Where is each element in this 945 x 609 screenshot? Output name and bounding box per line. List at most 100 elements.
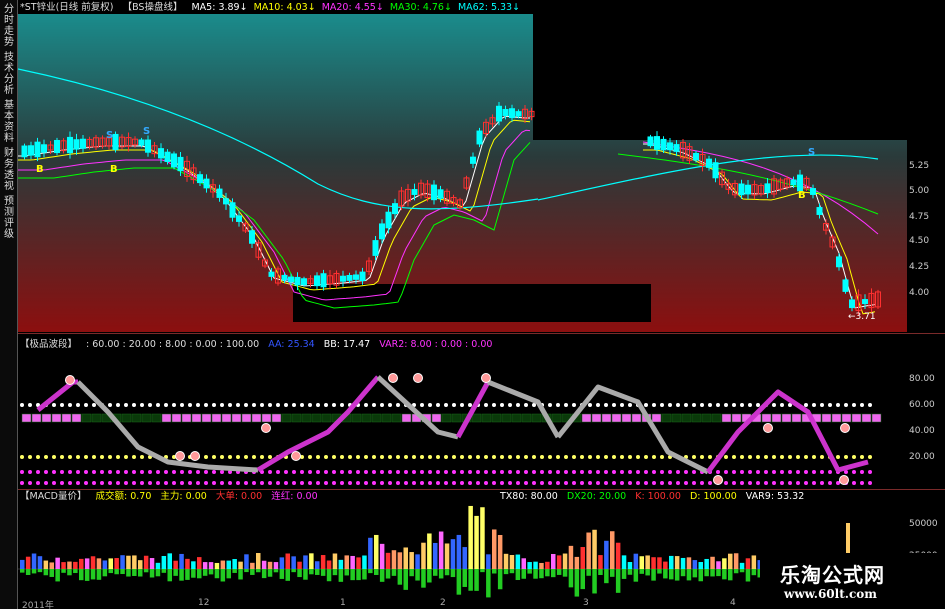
volume-bar [621, 555, 627, 569]
dotted-level [348, 481, 352, 485]
dotted-level [92, 470, 96, 474]
dotted-level [308, 455, 312, 459]
dotted-level [692, 455, 696, 459]
dotted-level [436, 481, 440, 485]
dotted-level [324, 481, 328, 485]
dotted-level [308, 481, 312, 485]
dotted-level [468, 455, 472, 459]
macd-bar [680, 569, 686, 577]
dotted-level [476, 455, 480, 459]
macd-bar [43, 569, 49, 576]
macd-bar [722, 569, 727, 580]
candle-body [138, 139, 145, 146]
dotted-level [132, 481, 136, 485]
volume-bar [539, 562, 544, 569]
volume-bar [438, 531, 444, 569]
dotted-level [708, 455, 712, 459]
dotted-level [588, 470, 592, 474]
tab-technical[interactable]: 技术分析 [2, 52, 16, 96]
date-label: 2011年 [22, 601, 54, 609]
volume-bar [362, 555, 367, 569]
band-cell [401, 413, 412, 423]
volume-bar [692, 560, 698, 569]
candle-body [431, 184, 437, 201]
macd-bar [468, 569, 473, 591]
macd-bar [645, 569, 650, 576]
dotted-level [580, 455, 584, 459]
tab-intraday[interactable]: 分时走势 [2, 4, 16, 48]
volume-bar [556, 555, 562, 569]
band-cell [311, 413, 322, 423]
dotted-level [844, 455, 848, 459]
dotted-level [732, 455, 736, 459]
dotted-level [140, 403, 144, 407]
macd-bar [309, 569, 314, 575]
volume-bar [90, 556, 96, 569]
dotted-level [748, 481, 752, 485]
dotted-level [548, 455, 552, 459]
volume-bar [450, 539, 456, 569]
volume-bar [604, 540, 609, 569]
candle-body [836, 256, 842, 268]
volume-bar [739, 562, 745, 569]
candle-body [667, 142, 673, 151]
volume-bar [379, 543, 385, 569]
candle-body [145, 139, 151, 153]
band-cell [591, 413, 602, 423]
volume-bar [722, 558, 727, 569]
k-value: K: 100.00 [635, 491, 681, 502]
candle-body [842, 279, 849, 292]
wave-indicator-panel[interactable] [18, 352, 907, 488]
volume-bar [669, 555, 674, 569]
volume-bar [710, 556, 715, 569]
dotted-level [716, 403, 720, 407]
tab-fundamentals[interactable]: 基本资料 [2, 100, 16, 144]
tab-financial[interactable]: 财务透视 [2, 148, 16, 192]
dotted-level [460, 481, 464, 485]
dotted-level [28, 481, 32, 485]
date-label: 1 [340, 598, 346, 608]
dotted-level [300, 403, 304, 407]
dotted-level [324, 470, 328, 474]
watermark-url: www.60lt.com [784, 587, 877, 601]
signal-ball [175, 451, 185, 461]
candle-body [353, 274, 359, 280]
tab-forecast[interactable]: 预测评级 [2, 196, 16, 240]
dotted-level [332, 481, 336, 485]
dotted-level [428, 470, 432, 474]
band-cell [481, 413, 492, 423]
dotted-level [492, 403, 496, 407]
volume-bar [515, 554, 521, 569]
dotted-level [44, 481, 48, 485]
dotted-level [804, 455, 808, 459]
dotted-level [268, 470, 272, 474]
volume-bar [421, 542, 426, 569]
volume-bar [332, 553, 338, 569]
dotted-level [772, 403, 776, 407]
dotted-level [804, 481, 808, 485]
dotted-level [524, 403, 528, 407]
dotted-level [756, 470, 760, 474]
dotted-level [820, 455, 824, 459]
volume-bar [527, 562, 532, 569]
volume-bar [574, 556, 580, 569]
band-cell [261, 413, 272, 423]
macd-bar [509, 569, 515, 574]
macd-bar [456, 569, 462, 595]
dotted-level [132, 470, 136, 474]
volume-bar [521, 558, 526, 569]
dotted-level [220, 455, 224, 459]
price-panel[interactable]: B B S S B S [18, 14, 907, 332]
band-cell [821, 413, 832, 423]
dotted-level [556, 470, 560, 474]
dotted-level [52, 481, 56, 485]
dotted-level [108, 403, 112, 407]
macd-bar [167, 569, 172, 582]
dotted-level [156, 481, 160, 485]
dotted-level [668, 403, 672, 407]
candle-body [67, 136, 73, 154]
macd-bar [397, 569, 403, 585]
dotted-level [484, 403, 488, 407]
main-header: *ST锌业(日线 前复权) 【BS操盘线】 MA5: 3.89↓ MA10: 4.… [20, 1, 532, 14]
stock-chart-window: 分时走势 技术分析 基本资料 财务透视 预测评级 B B S S B S *ST锌业(日线… [0, 0, 945, 609]
